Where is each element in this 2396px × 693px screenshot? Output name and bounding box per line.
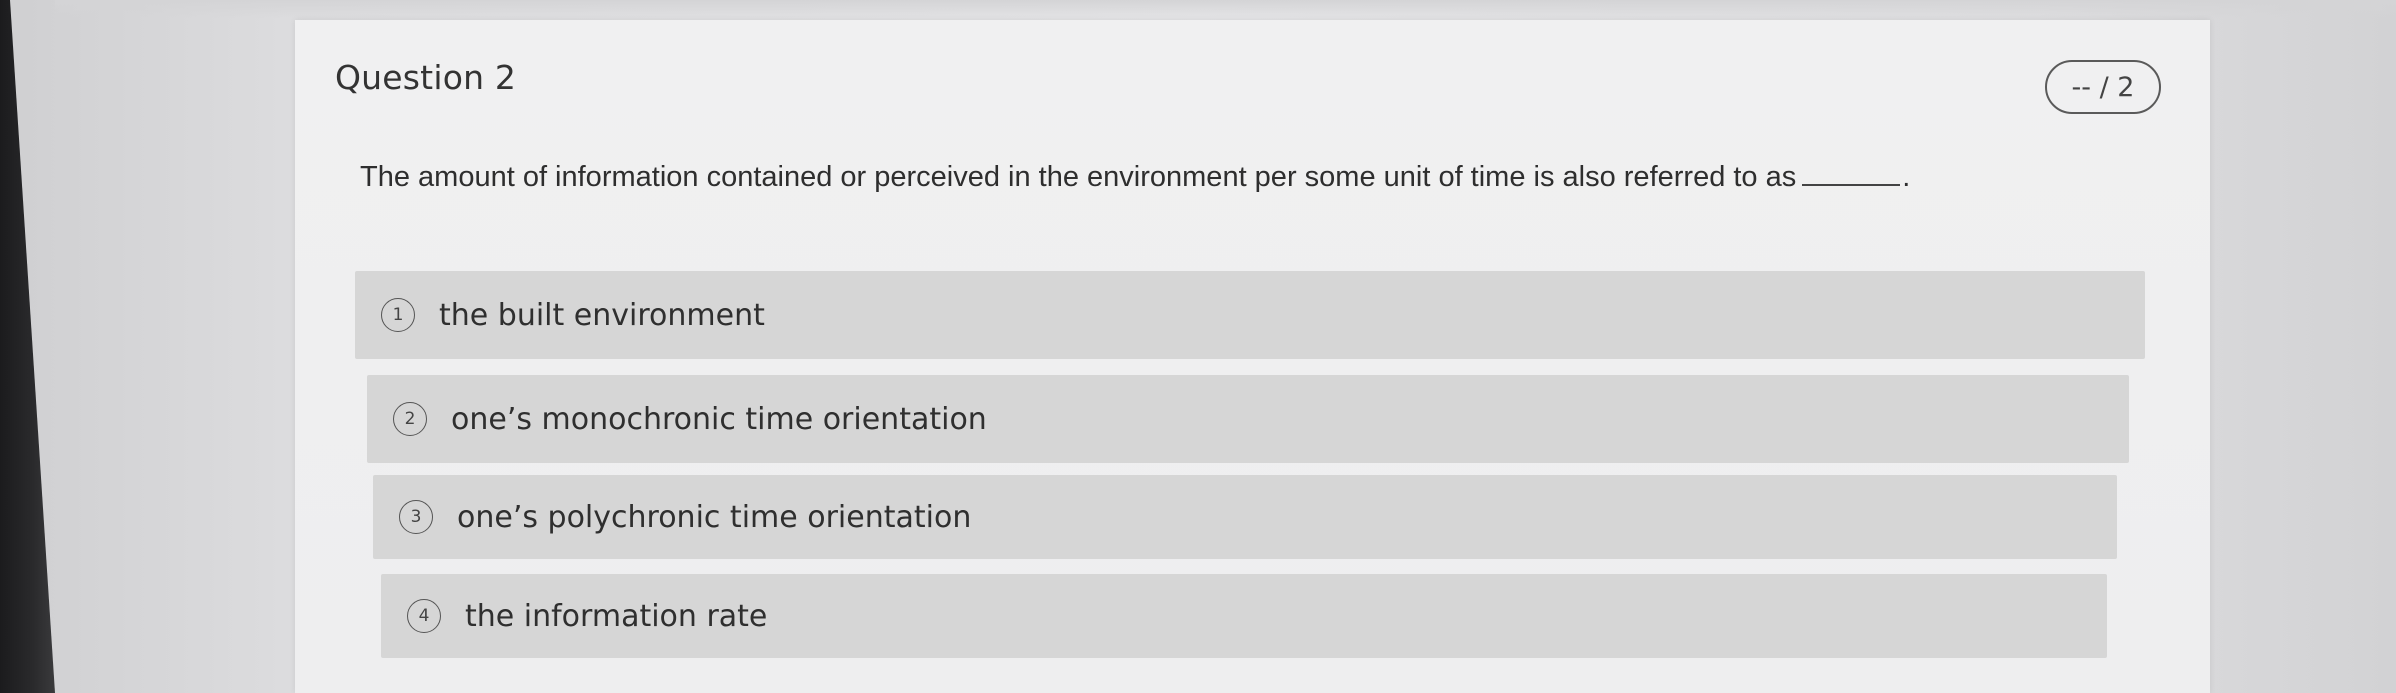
question-title: Question 2 (335, 58, 517, 97)
top-shadow (55, 0, 2396, 18)
option-3[interactable]: 3 one’s polychronic time orientation (373, 475, 2117, 559)
question-prompt: The amount of information contained or p… (360, 160, 1910, 194)
option-number-badge: 2 (393, 402, 427, 436)
option-number-badge: 4 (407, 599, 441, 633)
option-4[interactable]: 4 the information rate (381, 574, 2107, 658)
option-number-badge: 3 (399, 500, 433, 534)
prompt-text: The amount of information contained or p… (360, 161, 1797, 193)
question-card: Question 2 -- / 2 The amount of informat… (295, 20, 2210, 693)
option-1[interactable]: 1 the built environment (355, 271, 2145, 359)
option-label: the built environment (439, 297, 765, 333)
prompt-end: . (1902, 161, 1911, 193)
option-number-badge: 1 (381, 298, 415, 332)
option-label: one’s polychronic time orientation (457, 499, 972, 535)
score-badge: -- / 2 (2045, 60, 2161, 114)
option-2[interactable]: 2 one’s monochronic time orientation (367, 375, 2129, 463)
answer-blank (1802, 160, 1901, 186)
option-label: one’s monochronic time orientation (451, 401, 987, 437)
option-label: the information rate (465, 598, 768, 634)
screen-bezel (0, 0, 55, 693)
